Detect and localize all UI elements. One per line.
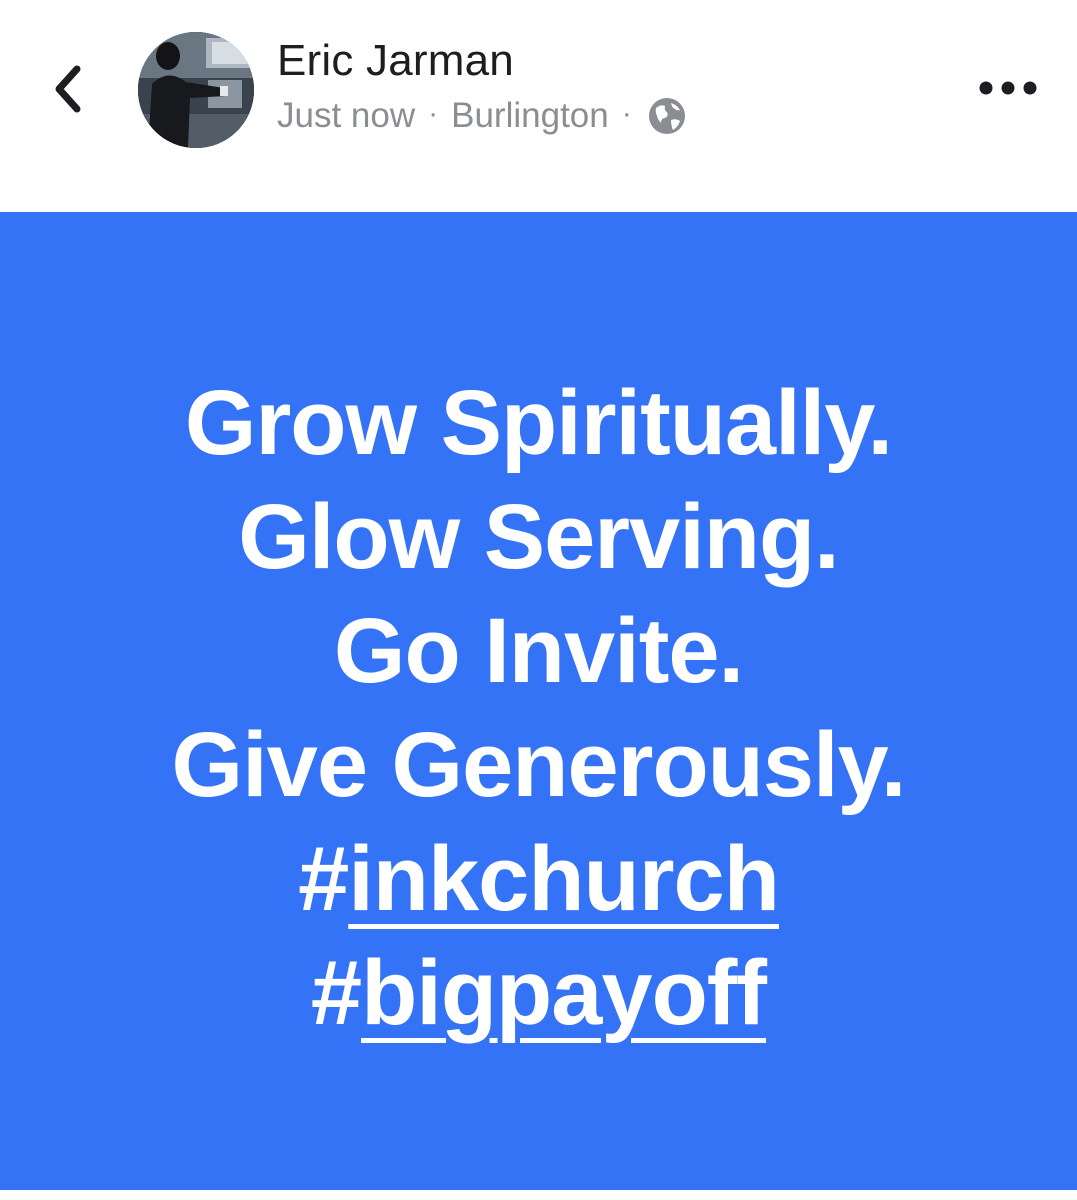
hashtag-line: #bigpayoff <box>0 936 1077 1050</box>
author-name[interactable]: Eric Jarman <box>277 36 514 86</box>
hashtag-line: #inkchurch <box>0 822 1077 936</box>
meta-separator: · <box>428 97 439 130</box>
post-line: Go Invite. <box>333 600 744 702</box>
hashtag-prefix: # <box>310 942 362 1044</box>
post-line: Glow Serving. <box>238 486 839 588</box>
back-button[interactable] <box>40 58 96 120</box>
meta-separator: · <box>621 97 632 130</box>
post-meta: Just now · Burlington · <box>277 92 687 140</box>
post-line: Give Generously. <box>171 714 907 816</box>
hashtag-word: inkchurch <box>348 828 780 930</box>
hashtag-link[interactable]: #bigpayoff <box>310 942 767 1044</box>
more-horizontal-icon <box>979 81 1037 95</box>
location-label[interactable]: Burlington <box>451 96 609 136</box>
hashtag-prefix: # <box>298 828 349 930</box>
chevron-left-icon <box>55 65 81 113</box>
globe-icon[interactable] <box>647 96 687 136</box>
timestamp[interactable]: Just now <box>277 96 415 136</box>
hashtag-link[interactable]: #inkchurch <box>298 828 780 930</box>
profile-photo <box>138 32 254 148</box>
more-options-button[interactable] <box>968 62 1048 114</box>
post-header: Eric Jarman Just now · Burlington · <box>0 0 1077 212</box>
post-line: Grow Spiritually. <box>184 372 893 474</box>
bottom-divider <box>0 1190 1077 1200</box>
hashtag-word: bigpayoff <box>361 942 767 1044</box>
avatar[interactable] <box>138 32 254 148</box>
post-text: Grow Spiritually. Glow Serving. Go Invit… <box>0 366 1077 1050</box>
